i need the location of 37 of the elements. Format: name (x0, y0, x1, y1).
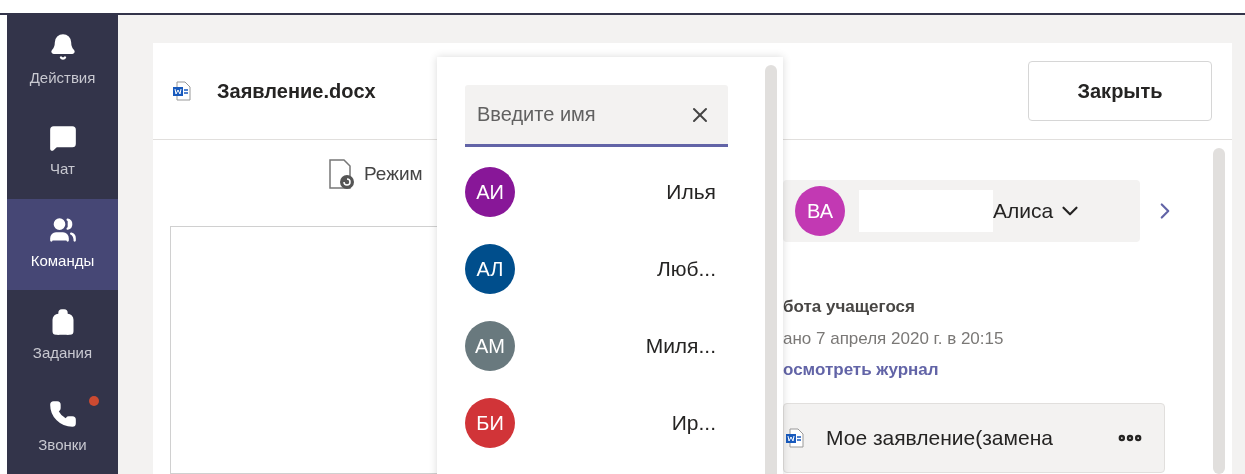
person-name: Ир... (671, 410, 716, 437)
file-card[interactable]: Мое заявление(замена (783, 402, 1165, 473)
word-file-icon (786, 427, 804, 448)
avatar: БИ (465, 398, 515, 448)
search-box[interactable]: Введите имя (465, 85, 728, 147)
avatar: АИ (465, 167, 515, 217)
student-selector[interactable]: ВА Алиса (783, 180, 1140, 242)
person-item[interactable]: АИ Илья (465, 167, 728, 217)
person-name: Люб... (656, 256, 716, 283)
app-bar-item[interactable]: Действия (7, 15, 118, 107)
app-icon (48, 216, 77, 245)
history-link[interactable]: осмотреть журнал (783, 357, 1213, 383)
avatar: АМ (465, 321, 515, 371)
person-name: Илья (666, 179, 716, 206)
person-item[interactable]: АЛ Люб... (465, 244, 728, 294)
avatar: ВА (795, 186, 845, 236)
app-icon (48, 399, 77, 428)
document-refresh-icon (328, 158, 356, 190)
person-item[interactable]: БИ Ир... (465, 398, 728, 448)
word-file-icon (173, 81, 191, 101)
app-bar-item[interactable]: Команды (7, 198, 118, 291)
document-title: Заявление.docx (217, 79, 376, 104)
name-search-field[interactable]: Введите имя (477, 85, 688, 144)
close-button[interactable]: Закрыть (1028, 61, 1212, 121)
app-icon (48, 32, 77, 61)
app-bar-item[interactable]: Звонки (7, 382, 118, 474)
student-name: Алиса (993, 198, 1054, 225)
app-icon (48, 124, 77, 153)
app-bar-item[interactable]: Чат (7, 106, 118, 199)
work-title: бота учащегося (783, 296, 916, 318)
person-item[interactable]: АМ Миля... (465, 321, 728, 371)
person-name: Миля... (645, 333, 716, 360)
file-name: Мое заявление(замена (826, 424, 1053, 451)
submitted-date: ано 7 апреля 2020 г. в 20:15 (783, 327, 1005, 350)
avatar: АЛ (465, 244, 515, 294)
mode-label: Режим (364, 162, 423, 186)
app-bar-item[interactable]: Задания (7, 290, 118, 383)
